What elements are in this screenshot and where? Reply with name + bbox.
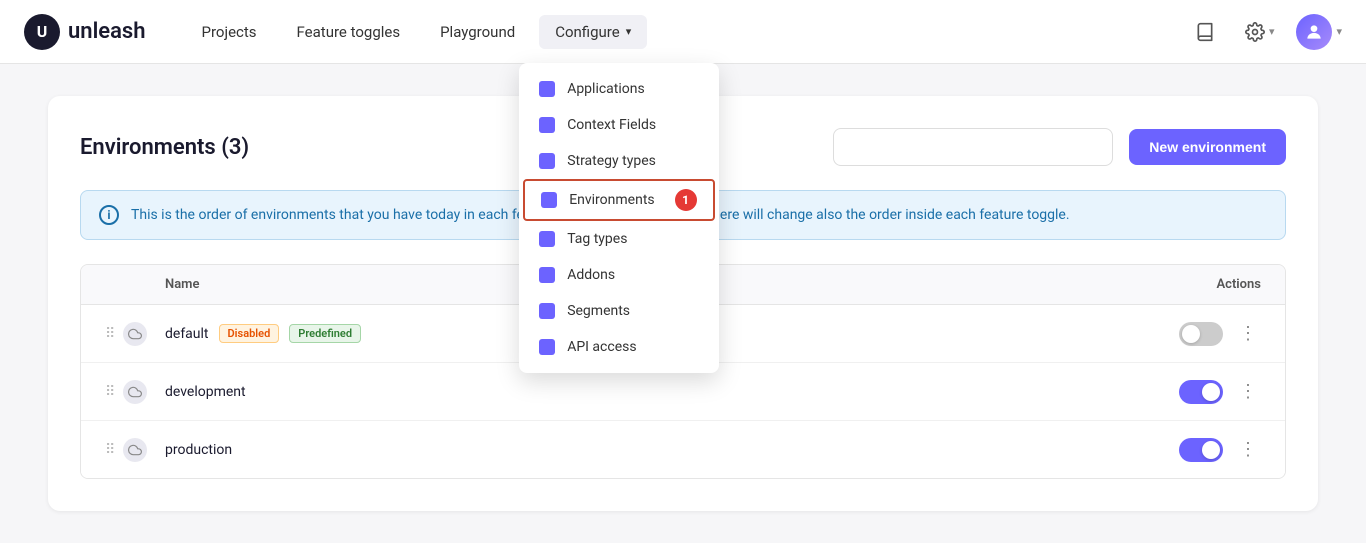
nav-item-projects[interactable]: Projects: [186, 15, 273, 49]
search-input[interactable]: [833, 128, 1113, 166]
env-icon-default: [123, 322, 147, 346]
col-header-actions: Actions: [1216, 277, 1261, 292]
new-environment-button[interactable]: New environment: [1129, 129, 1286, 165]
nav-item-feature-toggles[interactable]: Feature toggles: [281, 15, 417, 49]
gear-icon: [1245, 22, 1265, 42]
settings-button[interactable]: ▾: [1235, 16, 1285, 48]
logo-text: unleash: [68, 19, 146, 44]
more-options-development[interactable]: ⋮: [1235, 377, 1261, 406]
row-actions-development: ⋮: [1179, 377, 1261, 406]
header-right: New environment: [833, 128, 1286, 166]
drag-handle-icon[interactable]: ⠿: [105, 442, 115, 458]
page-title: Environments (3): [80, 135, 249, 160]
navbar-right: ▾ ▾: [1187, 14, 1342, 50]
badge-disabled: Disabled: [219, 324, 280, 343]
avatar-button[interactable]: ▾: [1296, 14, 1342, 50]
logo-link[interactable]: U unleash: [24, 14, 146, 50]
configure-dropdown-container: Configure ▾ Applications Context Fields …: [539, 15, 647, 49]
chevron-down-icon: ▾: [626, 25, 632, 38]
toggle-production[interactable]: [1179, 438, 1223, 462]
badge-predefined: Predefined: [289, 324, 361, 343]
context-fields-icon: [539, 117, 555, 133]
row-name-development: development: [165, 384, 1179, 400]
book-icon: [1195, 22, 1215, 42]
logo-icon: U: [24, 14, 60, 50]
menu-item-strategy-types[interactable]: Strategy types: [519, 143, 718, 179]
applications-icon: [539, 81, 555, 97]
user-icon: [1304, 22, 1324, 42]
row-name-production: production: [165, 442, 1179, 458]
menu-item-tag-types[interactable]: Tag types: [519, 221, 718, 257]
menu-item-environments[interactable]: Environments 1: [523, 179, 714, 221]
menu-item-applications[interactable]: Applications: [519, 71, 718, 107]
more-options-default[interactable]: ⋮: [1235, 319, 1261, 348]
cloud-icon: [128, 327, 142, 341]
chevron-down-icon: ▾: [1336, 25, 1342, 38]
more-options-production[interactable]: ⋮: [1235, 435, 1261, 464]
row-actions-production: ⋮: [1179, 435, 1261, 464]
toggle-development[interactable]: [1179, 380, 1223, 404]
main-nav: Projects Feature toggles Playground Conf…: [186, 15, 1187, 49]
env-icon-production: [123, 438, 147, 462]
environments-badge: 1: [675, 189, 697, 211]
row-actions-default: ⋮: [1179, 319, 1261, 348]
docs-button[interactable]: [1187, 14, 1223, 50]
menu-item-context-fields[interactable]: Context Fields: [519, 107, 718, 143]
chevron-down-icon: ▾: [1269, 25, 1275, 38]
row-left-production: ⠿: [105, 438, 165, 462]
api-access-icon: [539, 339, 555, 355]
addons-icon: [539, 267, 555, 283]
menu-item-api-access[interactable]: API access: [519, 329, 718, 365]
toggle-default[interactable]: [1179, 322, 1223, 346]
nav-item-playground[interactable]: Playground: [424, 15, 531, 49]
menu-item-addons[interactable]: Addons: [519, 257, 718, 293]
row-left-default: ⠿: [105, 322, 165, 346]
drag-handle-icon[interactable]: ⠿: [105, 326, 115, 342]
toggle-knob-production: [1202, 441, 1220, 459]
strategy-types-icon: [539, 153, 555, 169]
env-icon-development: [123, 380, 147, 404]
table-row: ⠿ production ⋮: [81, 421, 1285, 478]
menu-item-segments[interactable]: Segments: [519, 293, 718, 329]
configure-dropdown-menu: Applications Context Fields Strategy typ…: [519, 63, 718, 373]
nav-item-configure[interactable]: Configure ▾: [539, 15, 647, 49]
info-icon: i: [99, 205, 119, 225]
cloud-icon: [128, 385, 142, 399]
avatar: [1296, 14, 1332, 50]
toggle-knob-development: [1202, 383, 1220, 401]
row-left-development: ⠿: [105, 380, 165, 404]
toggle-knob-default: [1182, 325, 1200, 343]
tag-types-icon: [539, 231, 555, 247]
segments-icon: [539, 303, 555, 319]
navbar: U unleash Projects Feature toggles Playg…: [0, 0, 1366, 64]
drag-handle-icon[interactable]: ⠿: [105, 384, 115, 400]
cloud-icon: [128, 443, 142, 457]
environments-icon: [541, 192, 557, 208]
